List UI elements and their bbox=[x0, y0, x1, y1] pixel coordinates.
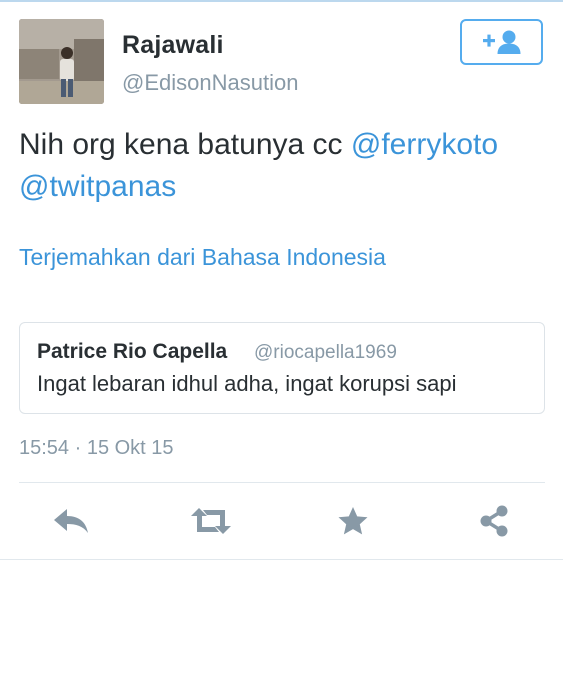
share-button[interactable] bbox=[472, 500, 516, 542]
favorite-button[interactable] bbox=[331, 500, 375, 542]
quoted-author-name: Patrice Rio Capella bbox=[37, 340, 228, 363]
top-divider bbox=[0, 0, 563, 2]
follow-button[interactable] bbox=[460, 19, 543, 65]
tweet-text: Nih org kena batunya cc @ferrykoto @twitp… bbox=[19, 124, 539, 208]
mention-link[interactable]: @ferrykoto bbox=[351, 128, 498, 161]
reply-icon bbox=[54, 509, 88, 533]
retweet-button[interactable] bbox=[189, 500, 233, 542]
avatar[interactable] bbox=[19, 19, 104, 104]
add-user-icon bbox=[482, 30, 520, 54]
author-handle[interactable]: @EdisonNasution bbox=[122, 70, 298, 96]
mention-link[interactable]: @twitpanas bbox=[19, 170, 176, 203]
star-icon bbox=[338, 507, 368, 535]
share-icon bbox=[480, 505, 508, 537]
translate-link[interactable]: Terjemahkan dari Bahasa Indonesia bbox=[19, 244, 386, 271]
action-divider bbox=[19, 482, 545, 483]
quoted-author-handle: @riocapella1969 bbox=[254, 342, 397, 363]
avatar-photo bbox=[19, 19, 104, 104]
quoted-tweet-text: Ingat lebaran idhul adha, ingat korupsi … bbox=[37, 371, 457, 396]
author-name[interactable]: Rajawali bbox=[122, 31, 224, 60]
retweet-icon bbox=[191, 508, 231, 534]
tweet-detail-page: Rajawali @EdisonNasution Nih org kena ba… bbox=[0, 0, 563, 680]
tweet-body: Nih org kena batunya cc bbox=[19, 128, 351, 161]
tweet-timestamp: 15:54 · 15 Okt 15 bbox=[19, 437, 174, 459]
bottom-divider bbox=[0, 559, 563, 560]
reply-button[interactable] bbox=[49, 500, 93, 542]
quoted-tweet-card[interactable]: Patrice Rio Capella @riocapella1969 Inga… bbox=[19, 322, 545, 414]
